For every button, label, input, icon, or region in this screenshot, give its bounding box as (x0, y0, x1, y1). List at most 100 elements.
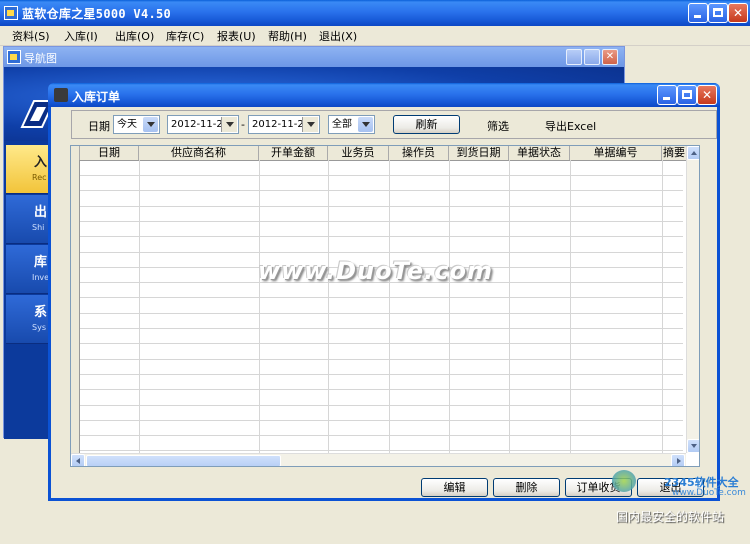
horizontal-scroll-thumb[interactable] (86, 455, 281, 466)
column-header-date[interactable]: 日期 (80, 146, 139, 160)
menu-stock-in[interactable]: 入库(I) (64, 28, 98, 44)
nav-close-button[interactable]: ✕ (602, 49, 618, 65)
grid-row-line (80, 205, 683, 207)
order-maximize-button[interactable] (677, 85, 697, 105)
grid-row-line (80, 373, 683, 375)
grid-line (389, 160, 390, 453)
nav-tile-sub: Sys (32, 323, 46, 332)
column-header-amount[interactable]: 开单金额 (259, 146, 328, 160)
delete-button[interactable]: 删除 (493, 478, 560, 497)
nav-tile-system[interactable]: 系 Sys (6, 295, 52, 344)
menu-reports[interactable]: 报表(U) (217, 28, 256, 44)
column-header-salesperson[interactable]: 业务员 (328, 146, 389, 160)
grid-row-line (80, 358, 683, 360)
period-value: 今天 (117, 119, 137, 130)
close-icon: ✕ (605, 51, 615, 62)
column-header-doc-number[interactable]: 单据编号 (570, 146, 662, 160)
chevron-down-icon (221, 117, 237, 132)
maximize-button[interactable] (708, 3, 728, 23)
vertical-scrollbar[interactable] (686, 146, 699, 453)
grid-line (139, 160, 140, 453)
menu-data[interactable]: 资料(S) (12, 28, 50, 44)
menu-inventory[interactable]: 库存(C) (166, 28, 204, 44)
order-window-icon (54, 88, 68, 102)
header-corner (71, 146, 80, 160)
grid-row-line (80, 190, 683, 192)
nav-tile-glyph: 库 (34, 255, 48, 270)
order-minimize-button[interactable] (657, 85, 677, 105)
grid-row-line (80, 389, 683, 391)
chevron-down-icon (143, 117, 158, 132)
status-value: 全部 (332, 119, 352, 130)
close-icon: ✕ (732, 6, 744, 20)
date-label: 日期 (88, 120, 110, 133)
menu-stock-out[interactable]: 出库(O) (115, 28, 154, 44)
nav-tile-glyph: 出 (34, 205, 48, 220)
grid-line (259, 160, 260, 453)
grid-row-line (80, 251, 683, 253)
grid-row-line (80, 312, 683, 314)
minimize-button[interactable] (688, 3, 708, 23)
date-from-picker[interactable]: 2012-11-20 (167, 115, 239, 134)
app-title: 蓝软仓库之星5000 V4.50 (22, 7, 172, 21)
brand-logo-icon (612, 470, 636, 492)
main-window: 蓝软仓库之星5000 V4.50 ✕ 资料(S) 入库(I) 出库(O) 库存(… (0, 0, 750, 544)
close-icon: ✕ (701, 88, 713, 102)
column-header-supplier[interactable]: 供应商名称 (139, 146, 259, 160)
order-close-button[interactable]: ✕ (697, 85, 717, 105)
site-watermark: www.DuoTe.com (258, 257, 493, 285)
horizontal-scrollbar[interactable] (71, 453, 686, 466)
app-icon (4, 6, 18, 20)
nav-tile-glyph: 入 (34, 155, 48, 170)
edit-button[interactable]: 编辑 (421, 478, 488, 497)
menu-exit[interactable]: 退出(X) (319, 28, 357, 44)
grid-header: 日期 供应商名称 开单金额 业务员 操作员 到货日期 单据状态 单据编号 摘要 (71, 146, 699, 161)
column-header-status[interactable]: 单据状态 (509, 146, 570, 160)
column-header-summary[interactable]: 摘要 (662, 146, 686, 160)
maximize-icon (713, 8, 723, 17)
grid-row-line (80, 328, 683, 329)
menu-help[interactable]: 帮助(H) (268, 28, 307, 44)
grid-row-line (80, 220, 683, 222)
nav-tile-receiving[interactable]: 入 Rec (6, 145, 52, 194)
grid-line (570, 160, 571, 453)
date-to-picker[interactable]: 2012-11-20 (248, 115, 320, 134)
minimize-icon (663, 97, 670, 100)
column-header-operator[interactable]: 操作员 (389, 146, 449, 160)
export-excel-button[interactable]: 导出Excel (545, 118, 596, 134)
period-select[interactable]: 今天 (113, 115, 160, 134)
status-select[interactable]: 全部 (328, 115, 375, 134)
menu-bar: 资料(S) 入库(I) 出库(O) 库存(C) 报表(U) 帮助(H) 退出(X… (0, 26, 750, 46)
grid-row-line (80, 343, 683, 345)
grid-row-line (80, 236, 683, 238)
nav-tile-glyph: 系 (34, 305, 48, 320)
date-range-dash: - (241, 118, 245, 131)
nav-maximize-button[interactable] (584, 49, 600, 65)
grid-row-line (80, 419, 683, 421)
nav-window-title: 导航图 (24, 52, 57, 65)
filter-button[interactable]: 筛选 (487, 118, 509, 134)
close-button[interactable]: ✕ (728, 3, 748, 23)
filter-panel: 日期 今天 2012-11-20 - 2012-11-20 全部 刷新 筛选 导… (71, 110, 717, 139)
chevron-down-icon (358, 117, 373, 132)
refresh-button[interactable]: 刷新 (393, 115, 460, 134)
main-title-bar[interactable]: 蓝软仓库之星5000 V4.50 ✕ (0, 0, 750, 26)
brand-url-watermark: www.DuoTe.com (672, 488, 746, 498)
nav-tile-sub: Inve (32, 273, 50, 282)
order-title-bar[interactable]: 入库订单 ✕ (48, 83, 720, 107)
minimize-icon (694, 15, 701, 18)
grid-line (509, 160, 510, 453)
nav-minimize-button[interactable] (566, 49, 582, 65)
chevron-down-icon (302, 117, 318, 132)
column-header-arrival-date[interactable]: 到货日期 (449, 146, 509, 160)
nav-tile-sub: Shi (32, 223, 45, 232)
nav-title-bar[interactable]: 导航图 ✕ (4, 47, 624, 67)
scroll-right-icon[interactable] (671, 454, 685, 466)
scroll-down-icon[interactable] (687, 439, 699, 453)
scroll-up-icon[interactable] (687, 146, 699, 160)
nav-tile-shipping[interactable]: 出 Shi (6, 195, 52, 244)
scroll-left-icon[interactable] (71, 454, 85, 466)
nav-tile-inventory[interactable]: 库 Inve (6, 245, 52, 294)
grid-row-line (80, 175, 683, 176)
orders-grid[interactable]: 日期 供应商名称 开单金额 业务员 操作员 到货日期 单据状态 单据编号 摘要 (70, 145, 700, 467)
